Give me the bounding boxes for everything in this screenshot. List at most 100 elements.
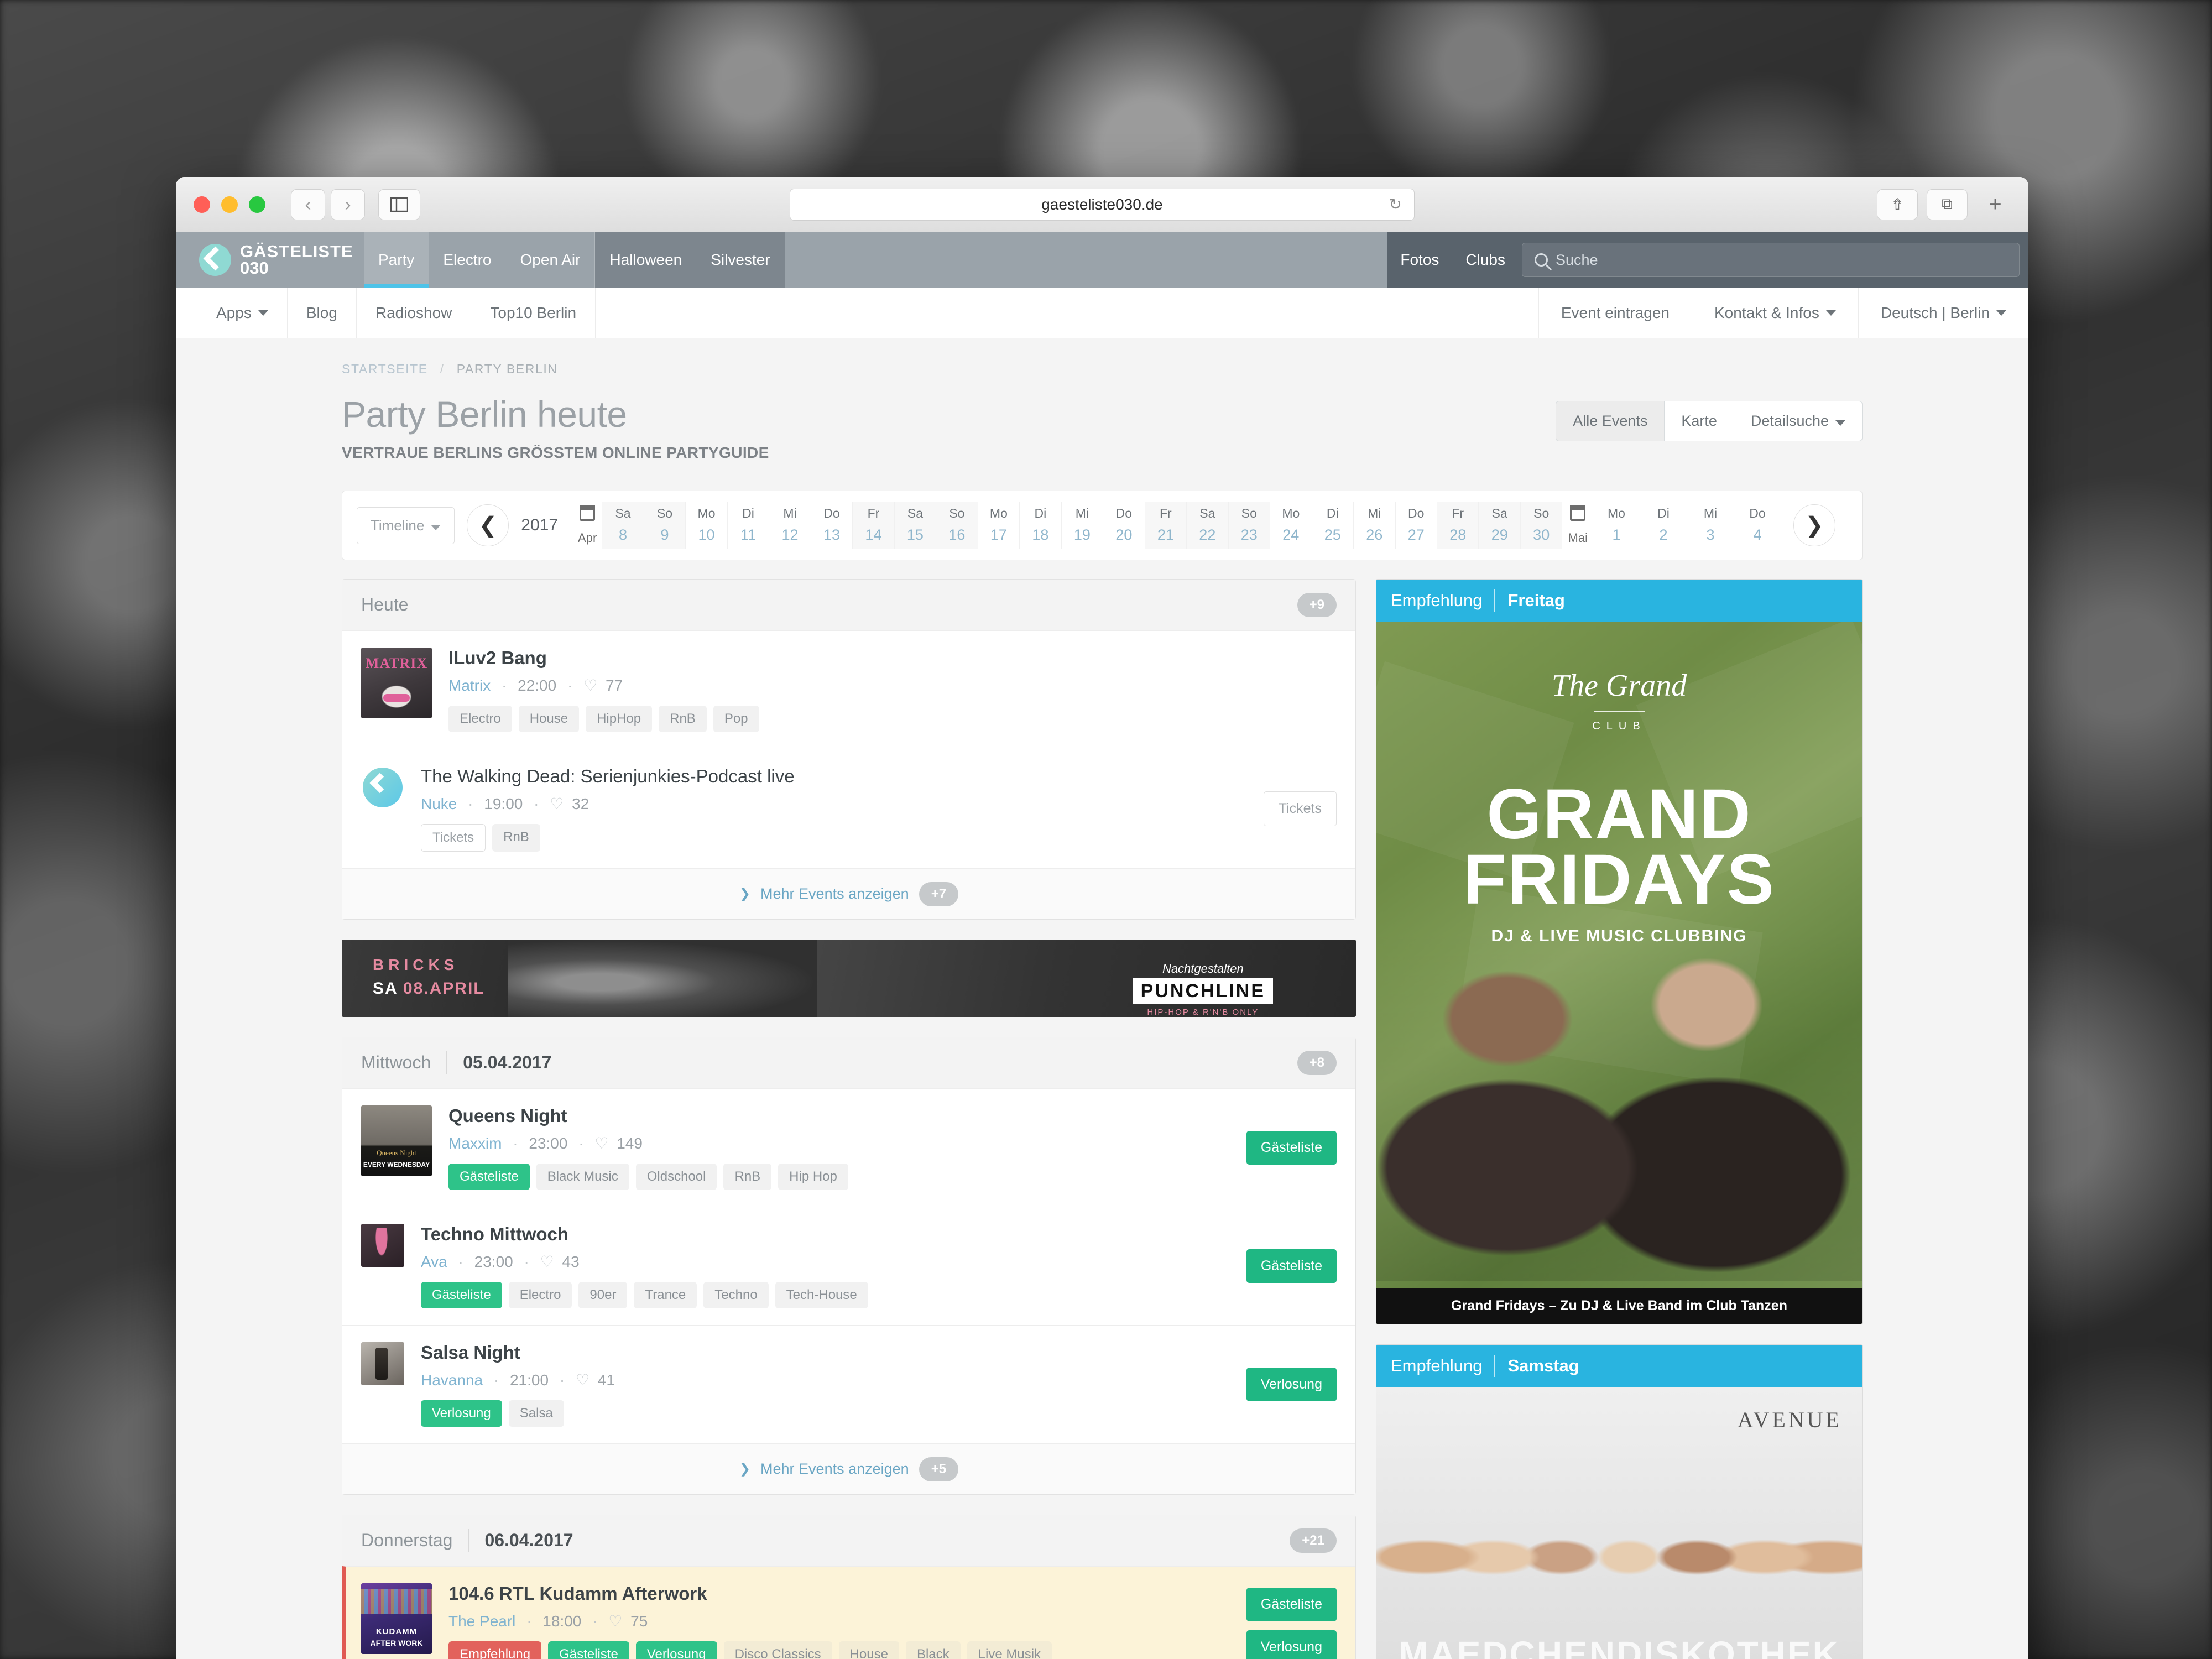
tag[interactable]: House xyxy=(518,706,580,732)
event-row[interactable]: The Walking Dead: Serienjunkies-Podcast … xyxy=(342,749,1355,868)
timeline-day-15[interactable]: Sa 15 xyxy=(894,502,937,549)
sidebar-icon[interactable] xyxy=(378,189,420,220)
forward-button[interactable]: › xyxy=(331,189,365,220)
timeline-day-14[interactable]: Fr 14 xyxy=(853,502,895,549)
timeline-day-17[interactable]: Mo 17 xyxy=(978,502,1020,549)
subnav-item-blog[interactable]: Blog xyxy=(288,288,357,338)
show-more-events-button[interactable]: ❯ Mehr Events anzeigen +7 xyxy=(342,868,1355,919)
timeline-prev-button[interactable]: ❮ xyxy=(467,504,509,546)
timeline-day-18[interactable]: Di 18 xyxy=(1020,502,1062,549)
timeline-day-10[interactable]: Mo 10 xyxy=(686,502,728,549)
event-venue[interactable]: Nuke xyxy=(421,795,457,812)
gaesteliste-button[interactable]: Gästeliste xyxy=(1246,1249,1337,1283)
tag[interactable]: Hip Hop xyxy=(778,1164,848,1190)
event-row[interactable]: Salsa Night Havanna · 21:00 · ♡ 41 Verlo… xyxy=(342,1325,1355,1443)
event-venue[interactable]: Havanna xyxy=(421,1371,483,1389)
tag-empfehlung[interactable]: Empfehlung xyxy=(448,1641,542,1659)
nav-item-fotos[interactable]: Fotos xyxy=(1387,232,1452,288)
event-venue[interactable]: Maxxim xyxy=(448,1135,502,1152)
close-window-button[interactable] xyxy=(194,196,210,213)
address-bar[interactable]: gaesteliste030.de ↻ xyxy=(790,188,1415,221)
verlosung-button[interactable]: Verlosung xyxy=(1246,1630,1337,1659)
nav-item-electro[interactable]: Electro xyxy=(429,232,505,288)
tag[interactable]: Black xyxy=(905,1641,961,1659)
tag[interactable]: Tickets xyxy=(421,824,486,852)
tag[interactable]: Oldschool xyxy=(635,1164,717,1190)
tag[interactable]: Tech-House xyxy=(775,1282,868,1308)
tag[interactable]: Salsa xyxy=(508,1400,564,1427)
timeline-day-8[interactable]: Sa 8 xyxy=(602,502,644,549)
tag-gaesteliste[interactable]: Gästeliste xyxy=(421,1282,502,1308)
gaesteliste-button[interactable]: Gästeliste xyxy=(1246,1131,1337,1165)
timeline-day-3[interactable]: Mi 3 xyxy=(1687,502,1734,549)
tag[interactable]: HipHop xyxy=(586,706,653,732)
tag[interactable]: Techno xyxy=(703,1282,769,1308)
timeline-day-25[interactable]: Di 25 xyxy=(1312,502,1354,549)
subnav-item-event-eintragen[interactable]: Event eintragen xyxy=(1538,288,1692,338)
reload-icon[interactable]: ↻ xyxy=(1389,195,1402,213)
timeline-mode-button[interactable]: Timeline xyxy=(357,507,455,544)
timeline-day-21[interactable]: Fr 21 xyxy=(1145,502,1187,549)
tag[interactable]: RnB xyxy=(659,706,707,732)
timeline-day-9[interactable]: So 9 xyxy=(644,502,686,549)
timeline-day-11[interactable]: Di 11 xyxy=(728,502,770,549)
event-venue[interactable]: Ava xyxy=(421,1253,447,1270)
tag-gaesteliste[interactable]: Gästeliste xyxy=(448,1164,530,1190)
tag[interactable]: RnB xyxy=(723,1164,772,1190)
recommendation-card-freitag[interactable]: Empfehlung Freitag The Grand CLUB GRAND … xyxy=(1376,579,1863,1324)
share-icon[interactable]: ⇮ xyxy=(1877,189,1918,220)
tag[interactable]: Black Music xyxy=(536,1164,629,1190)
new-tab-button[interactable]: + xyxy=(1980,189,2011,220)
tag-gaesteliste[interactable]: Gästeliste xyxy=(548,1641,629,1659)
timeline-day-22[interactable]: Sa 22 xyxy=(1187,502,1229,549)
tabs-icon[interactable]: ⧉ xyxy=(1927,189,1968,220)
timeline-day-26[interactable]: Mi 26 xyxy=(1354,502,1396,549)
tag[interactable]: House xyxy=(838,1641,899,1659)
timeline-day-19[interactable]: Mi 19 xyxy=(1062,502,1104,549)
subnav-item-radioshow[interactable]: Radioshow xyxy=(357,288,472,338)
detailsuche-button[interactable]: Detailsuche xyxy=(1733,401,1863,441)
tag[interactable]: Disco Classics xyxy=(723,1641,832,1659)
gaesteliste-button[interactable]: Gästeliste xyxy=(1246,1587,1337,1621)
nav-item-clubs[interactable]: Clubs xyxy=(1452,232,1519,288)
nav-item-silvester[interactable]: Silvester xyxy=(696,232,785,288)
tag[interactable]: 90er xyxy=(578,1282,628,1308)
maximize-window-button[interactable] xyxy=(249,196,265,213)
subnav-item-language-city[interactable]: Deutsch | Berlin xyxy=(1858,288,2028,338)
nav-item-halloween[interactable]: Halloween xyxy=(595,232,697,288)
show-more-events-button[interactable]: ❯ Mehr Events anzeigen +5 xyxy=(342,1443,1355,1494)
karte-button[interactable]: Karte xyxy=(1664,401,1734,441)
tag[interactable]: RnB xyxy=(492,824,540,852)
window-controls[interactable] xyxy=(194,196,265,213)
timeline-day-2[interactable]: Di 2 xyxy=(1640,502,1687,549)
timeline-day-12[interactable]: Mi 12 xyxy=(769,502,811,549)
timeline-day-20[interactable]: Do 20 xyxy=(1103,502,1145,549)
subnav-item-kontakt-infos[interactable]: Kontakt & Infos xyxy=(1691,288,1858,338)
tag-verlosung[interactable]: Verlosung xyxy=(635,1641,717,1659)
timeline-next-button[interactable]: ❯ xyxy=(1793,504,1835,546)
event-row[interactable]: MATRIX ILuv2 Bang Matrix · 22:00 · ♡ 77 … xyxy=(342,630,1355,749)
timeline-day-1[interactable]: Mo 1 xyxy=(1593,502,1640,549)
subnav-item-apps[interactable]: Apps xyxy=(197,288,288,338)
timeline-day-28[interactable]: Fr 28 xyxy=(1437,502,1479,549)
timeline-day-16[interactable]: So 16 xyxy=(936,502,978,549)
back-button[interactable]: ‹ xyxy=(291,189,325,220)
tag[interactable]: Pop xyxy=(713,706,759,732)
timeline-day-24[interactable]: Mo 24 xyxy=(1270,502,1312,549)
event-venue[interactable]: The Pearl xyxy=(448,1613,515,1630)
event-row-featured[interactable]: KUDAMM AFTER WORK 104.6 RTL Kudamm After… xyxy=(342,1566,1355,1659)
alle-events-button[interactable]: Alle Events xyxy=(1556,401,1665,441)
event-row[interactable]: Techno Mittwoch Ava · 23:00 · ♡ 43 Gäste… xyxy=(342,1207,1355,1325)
tag[interactable]: Trance xyxy=(634,1282,697,1308)
breadcrumb-home[interactable]: STARTSEITE xyxy=(342,362,428,376)
timeline-day-23[interactable]: So 23 xyxy=(1228,502,1271,549)
nav-item-open-air[interactable]: Open Air xyxy=(506,232,595,288)
timeline-day-27[interactable]: Do 27 xyxy=(1396,502,1437,549)
banner-ad[interactable]: BRICKS SA 08.APRIL Nachtgestalten PUNCHL… xyxy=(342,940,1356,1017)
event-row[interactable]: Queens Night EVERY WEDNESDAY Queens Nigh… xyxy=(342,1088,1355,1207)
minimize-window-button[interactable] xyxy=(221,196,238,213)
tag-verlosung[interactable]: Verlosung xyxy=(421,1400,502,1427)
site-logo[interactable]: GÄSTELISTE 030 xyxy=(176,232,364,288)
recommendation-card-samstag[interactable]: Empfehlung Samstag AVENUE MAEDCHENDISKOT… xyxy=(1376,1344,1863,1659)
event-venue[interactable]: Matrix xyxy=(448,677,491,694)
